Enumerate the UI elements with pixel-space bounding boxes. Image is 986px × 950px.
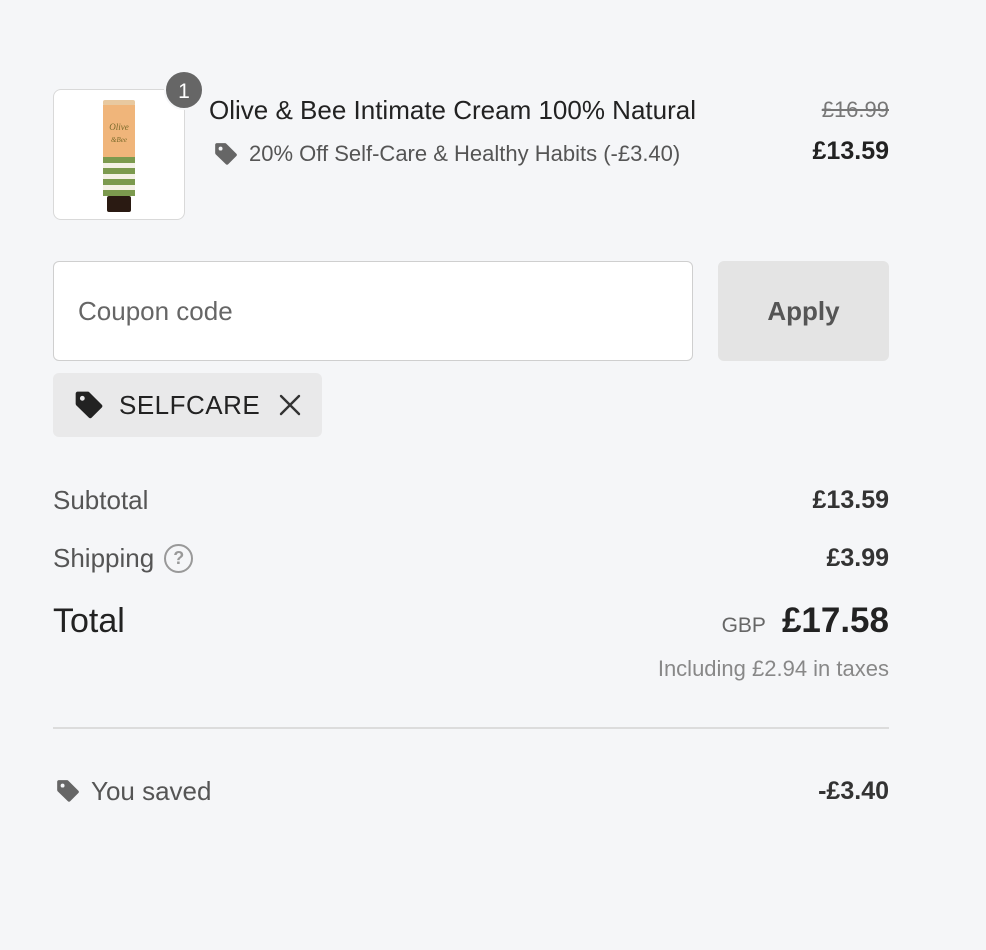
shipping-value: £3.99	[826, 543, 889, 572]
total-row: Total GBP £17.58	[53, 596, 889, 646]
product-image: Olive &Bee	[103, 100, 135, 212]
help-circle-icon[interactable]: ?	[164, 543, 194, 573]
saved-value: -£3.40	[818, 776, 889, 805]
divider	[53, 727, 889, 729]
total-value: £17.58	[781, 601, 889, 640]
saved-label: You saved	[91, 775, 212, 806]
close-icon	[280, 394, 301, 416]
line-item: Olive &Bee 1 Olive & Bee Intimate Cream …	[53, 70, 889, 220]
total-label: Total	[53, 601, 125, 640]
subtotal-row: Subtotal £13.59	[53, 480, 889, 520]
tag-icon	[57, 780, 79, 802]
order-summary: Olive &Bee 1 Olive & Bee Intimate Cream …	[53, 0, 889, 950]
svg-text:Olive: Olive	[109, 122, 129, 132]
savings-row: You saved -£3.40	[53, 771, 889, 811]
shipping-label: Shipping	[53, 542, 155, 573]
tag-icon	[215, 143, 237, 165]
total-amount: GBP £17.58	[722, 601, 889, 641]
quantity-badge: 1	[164, 70, 204, 110]
price-column: £16.99 £13.59	[813, 97, 889, 166]
remove-discount-button[interactable]	[278, 393, 302, 417]
original-price: £16.99	[821, 97, 889, 122]
apply-button[interactable]: Apply	[718, 261, 889, 361]
applied-discount-tag: SELFCARE	[53, 373, 323, 437]
currency-code: GBP	[721, 614, 766, 637]
shipping-label-group: Shipping ?	[53, 542, 194, 574]
tag-icon	[75, 391, 103, 419]
product-name: Olive & Bee Intimate Cream 100% Natural	[209, 95, 696, 125]
svg-text:&Bee: &Bee	[111, 136, 127, 144]
coupon-code-input[interactable]	[53, 261, 693, 361]
applied-code: SELFCARE	[119, 389, 261, 420]
subtotal-label: Subtotal	[53, 484, 149, 515]
shipping-row: Shipping ? £3.99	[53, 538, 889, 578]
taxes-note: Including £2.94 in taxes	[657, 656, 889, 681]
subtotal-value: £13.59	[812, 485, 889, 514]
final-price: £13.59	[812, 137, 889, 165]
product-thumbnail: Olive &Bee 1	[53, 70, 204, 220]
savings-label-group: You saved	[53, 776, 211, 807]
discount-line: 20% Off Self-Care & Healthy Habits (-£3.…	[213, 141, 680, 167]
discount-label: 20% Off Self-Care & Healthy Habits (-£3.…	[249, 141, 681, 166]
